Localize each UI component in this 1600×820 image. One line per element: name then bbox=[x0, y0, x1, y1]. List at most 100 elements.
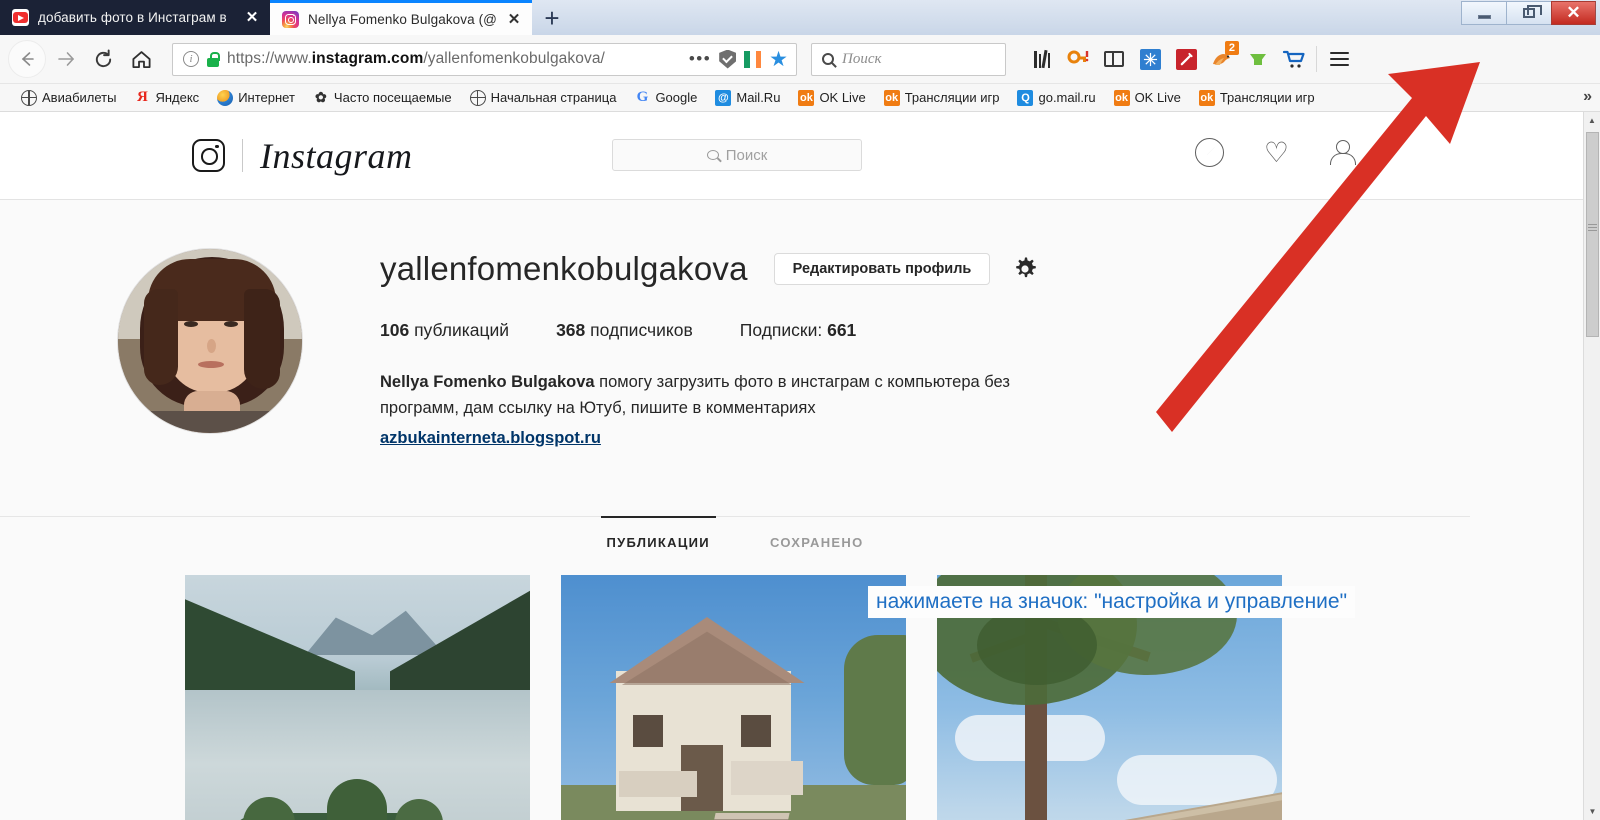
bookmark-frequently-visited[interactable]: ✿ Часто посещаемые bbox=[304, 86, 461, 110]
logo-divider bbox=[242, 139, 243, 172]
photo-thumbnail[interactable] bbox=[561, 575, 906, 820]
profile-stats: 106 публикаций 368 подписчиков Подписки:… bbox=[380, 320, 1600, 341]
bookmark-home-page[interactable]: Начальная страница bbox=[461, 86, 626, 110]
library-icon[interactable] bbox=[1024, 39, 1060, 79]
instagram-nav-icons: ♡ bbox=[1194, 138, 1356, 167]
heart-activity-icon[interactable]: ♡ bbox=[1264, 138, 1289, 166]
bookmarks-overflow-icon[interactable]: » bbox=[1583, 88, 1592, 106]
bio-link[interactable]: azbukainterneta.blogspot.ru bbox=[380, 425, 1080, 451]
followers-count: 368 bbox=[556, 320, 586, 340]
ok-icon: ok bbox=[883, 89, 900, 106]
scroll-up-icon[interactable]: ▲ bbox=[1584, 112, 1600, 129]
reload-button[interactable] bbox=[84, 40, 122, 78]
magic-wand-icon[interactable] bbox=[1168, 39, 1204, 79]
bookmark-ok-live-1[interactable]: ok OK Live bbox=[789, 86, 874, 110]
tab-bar: добавить фото в Инстаграм в ✕ Nellya Fom… bbox=[0, 0, 1600, 35]
browser-tab-instagram[interactable]: Nellya Fomenko Bulgakova (@ ✕ bbox=[270, 0, 532, 35]
home-icon bbox=[131, 50, 151, 68]
bookmark-translyacii-igr-1[interactable]: ok Трансляции игр bbox=[875, 86, 1009, 110]
tab-title: добавить фото в Инстаграм в bbox=[38, 10, 227, 25]
bookmark-internet[interactable]: Интернет bbox=[208, 86, 304, 110]
toolbar-divider bbox=[1316, 46, 1317, 72]
avatar-column bbox=[0, 248, 380, 451]
instagram-wordmark: Instagram bbox=[260, 135, 413, 176]
page-scrollbar[interactable]: ▲ ▼ bbox=[1583, 112, 1600, 820]
download-arrow-icon[interactable] bbox=[1240, 39, 1276, 79]
bookmark-label: Трансляции игр bbox=[904, 90, 1000, 105]
bookmark-aviabilety[interactable]: Авиабилеты bbox=[12, 86, 125, 110]
site-info-icon[interactable]: i bbox=[183, 51, 199, 67]
profile-section: yallenfomenkobulgakova Редактировать про… bbox=[0, 200, 1600, 451]
bookmark-google[interactable]: G Google bbox=[625, 86, 706, 110]
close-window-button[interactable]: ✕ bbox=[1551, 1, 1596, 25]
posts-stat: 106 публикаций bbox=[380, 320, 509, 341]
page-actions-icon[interactable]: ••• bbox=[689, 50, 711, 67]
tab-title: Nellya Fomenko Bulgakova (@ bbox=[308, 11, 497, 27]
photo-thumbnail[interactable] bbox=[185, 575, 530, 820]
tab-publications[interactable]: ПУБЛИКАЦИИ bbox=[600, 516, 717, 564]
ireland-flag-icon[interactable] bbox=[744, 50, 762, 68]
edit-profile-button[interactable]: Редактировать профиль bbox=[773, 253, 991, 285]
ok-icon: ok bbox=[1113, 89, 1130, 106]
page-title: yallenfomenkobulgakova bbox=[380, 250, 748, 287]
instagram-logo[interactable]: Instagram bbox=[192, 135, 413, 177]
scroll-down-icon[interactable]: ▼ bbox=[1584, 803, 1600, 820]
bookmark-label: Google bbox=[655, 90, 698, 105]
forward-arrow-icon bbox=[58, 52, 75, 66]
search-bar[interactable]: Поиск bbox=[811, 42, 1006, 76]
bookmark-translyacii-igr-2[interactable]: ok Трансляции игр bbox=[1190, 86, 1324, 110]
address-bar[interactable]: i https://www.instagram.com/yallenfomenk… bbox=[172, 42, 797, 76]
close-icon[interactable]: ✕ bbox=[244, 10, 260, 25]
bookmark-label: Авиабилеты bbox=[42, 90, 117, 105]
avatar[interactable] bbox=[117, 248, 303, 434]
new-tab-button[interactable]: + bbox=[532, 0, 572, 35]
window-controls: ✕ bbox=[1461, 1, 1596, 25]
tab-saved[interactable]: СОХРАНЕНО bbox=[770, 535, 864, 564]
home-button[interactable] bbox=[122, 40, 160, 78]
forward-button[interactable] bbox=[46, 40, 84, 78]
snowflake-icon[interactable] bbox=[1132, 39, 1168, 79]
instagram-icon bbox=[282, 10, 299, 28]
globe-icon bbox=[469, 89, 486, 106]
bookmark-ok-live-2[interactable]: ok OK Live bbox=[1105, 86, 1190, 110]
reload-icon bbox=[95, 48, 111, 67]
profile-bio: Nellya Fomenko Bulgakova помогу загрузит… bbox=[380, 369, 1080, 451]
tracking-shield-icon[interactable] bbox=[719, 49, 737, 69]
url-text: https://www.instagram.com/yallenfomenkob… bbox=[227, 50, 605, 67]
search-icon bbox=[706, 150, 719, 160]
bookmark-gomailru[interactable]: Qgo.mail.ru bbox=[1008, 86, 1104, 110]
scrollbar-thumb[interactable] bbox=[1586, 132, 1599, 337]
mail-icon: @ bbox=[715, 89, 732, 106]
profile-tabs: ПУБЛИКАЦИИ СОХРАНЕНО bbox=[0, 516, 1470, 564]
annotation-text: нажимаете на значок: "настройка и управл… bbox=[868, 586, 1356, 618]
search-blue-icon: Q bbox=[1017, 89, 1034, 106]
sidebar-icon[interactable] bbox=[1096, 39, 1132, 79]
maximize-button[interactable] bbox=[1506, 1, 1551, 25]
close-icon[interactable]: ✕ bbox=[506, 12, 522, 27]
bookmark-mailru[interactable]: @ Mail.Ru bbox=[706, 86, 789, 110]
bookmark-star-icon[interactable]: ★ bbox=[769, 49, 788, 70]
bookmark-label: go.mail.ru bbox=[1038, 90, 1096, 105]
shopping-cart-icon[interactable] bbox=[1276, 39, 1312, 79]
back-button[interactable] bbox=[8, 40, 46, 78]
instagram-search-input[interactable]: Поиск bbox=[612, 139, 862, 171]
scrollbar-grip bbox=[1588, 224, 1597, 231]
firefox-addon-icon[interactable]: 2 bbox=[1204, 39, 1240, 79]
profile-person-icon[interactable] bbox=[1329, 139, 1356, 166]
minimize-button[interactable] bbox=[1461, 1, 1506, 25]
hamburger-menu-icon[interactable] bbox=[1321, 39, 1357, 79]
explore-compass-icon[interactable] bbox=[1194, 138, 1224, 167]
gear-icon[interactable] bbox=[1012, 256, 1038, 282]
search-input[interactable]: Поиск bbox=[842, 51, 882, 68]
bookmark-yandex[interactable]: Я Яндекс bbox=[125, 86, 208, 110]
profile-info: yallenfomenkobulgakova Редактировать про… bbox=[380, 248, 1600, 451]
key-alert-icon[interactable] bbox=[1060, 39, 1096, 79]
browser-window: добавить фото в Инстаграм в ✕ Nellya Fom… bbox=[0, 0, 1600, 820]
following-stat[interactable]: Подписки: 661 bbox=[740, 320, 857, 341]
toolbar-icons: 2 bbox=[1024, 39, 1357, 79]
gear-glyph bbox=[1016, 257, 1037, 278]
browser-tab-youtube[interactable]: добавить фото в Инстаграм в ✕ bbox=[0, 0, 270, 35]
bookmark-label: OK Live bbox=[1134, 90, 1181, 105]
followers-stat[interactable]: 368 подписчиков bbox=[556, 320, 693, 341]
ok-icon: ok bbox=[1198, 89, 1215, 106]
